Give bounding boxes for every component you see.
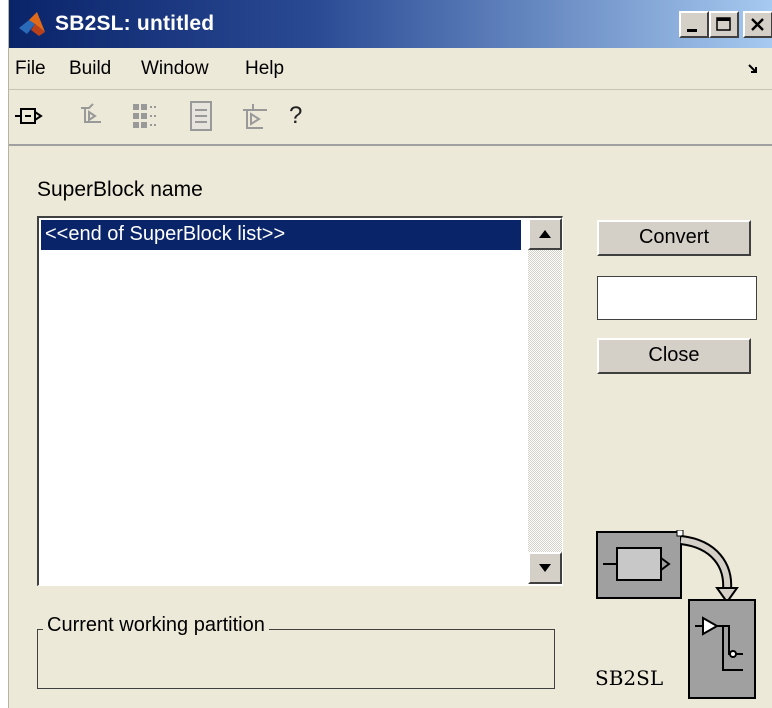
superblock-name-label: SuperBlock name	[37, 178, 203, 201]
close-dialog-button[interactable]: Close	[597, 338, 751, 374]
menu-build[interactable]: Build	[69, 58, 111, 80]
component-icon[interactable]	[13, 100, 45, 132]
partition-label: Current working partition	[43, 614, 269, 637]
matlab-logo-icon	[17, 10, 51, 38]
list-item[interactable]: <<end of SuperBlock list>>	[41, 220, 521, 250]
scroll-down-button[interactable]	[528, 552, 562, 584]
maximize-button[interactable]	[709, 11, 739, 38]
scroll-up-button[interactable]	[528, 218, 562, 250]
sb2sl-logo-text: SB2SL	[595, 666, 664, 690]
menu-window[interactable]: Window	[141, 58, 209, 80]
build-icon[interactable]	[75, 100, 107, 132]
convert-button[interactable]: Convert	[597, 220, 751, 256]
main-panel: SuperBlock name <<end of SuperBlock list…	[9, 148, 772, 708]
document-icon[interactable]	[185, 100, 217, 132]
menubar-dock-arrow-icon[interactable]	[747, 62, 759, 80]
title-bar[interactable]: SB2SL: untitled	[9, 0, 772, 48]
partition-frame	[37, 629, 555, 689]
help-button[interactable]: ?	[289, 102, 302, 130]
status-field[interactable]	[597, 276, 757, 320]
listbox-scrollbar[interactable]	[528, 218, 562, 584]
toolbar: ?	[9, 90, 772, 146]
grid-icon[interactable]	[129, 100, 161, 132]
menu-bar: File Build Window Help	[9, 48, 772, 90]
superblock-listbox[interactable]: <<end of SuperBlock list>>	[37, 216, 563, 586]
partition-icon[interactable]	[239, 100, 271, 132]
menu-help[interactable]: Help	[245, 58, 284, 80]
sb2sl-window: SB2SL: untitled File Build Window Help ?…	[8, 0, 772, 708]
window-title: SB2SL: untitled	[55, 12, 215, 35]
menu-file[interactable]: File	[15, 58, 46, 80]
close-button[interactable]	[743, 11, 772, 38]
minimize-button[interactable]	[679, 11, 709, 38]
